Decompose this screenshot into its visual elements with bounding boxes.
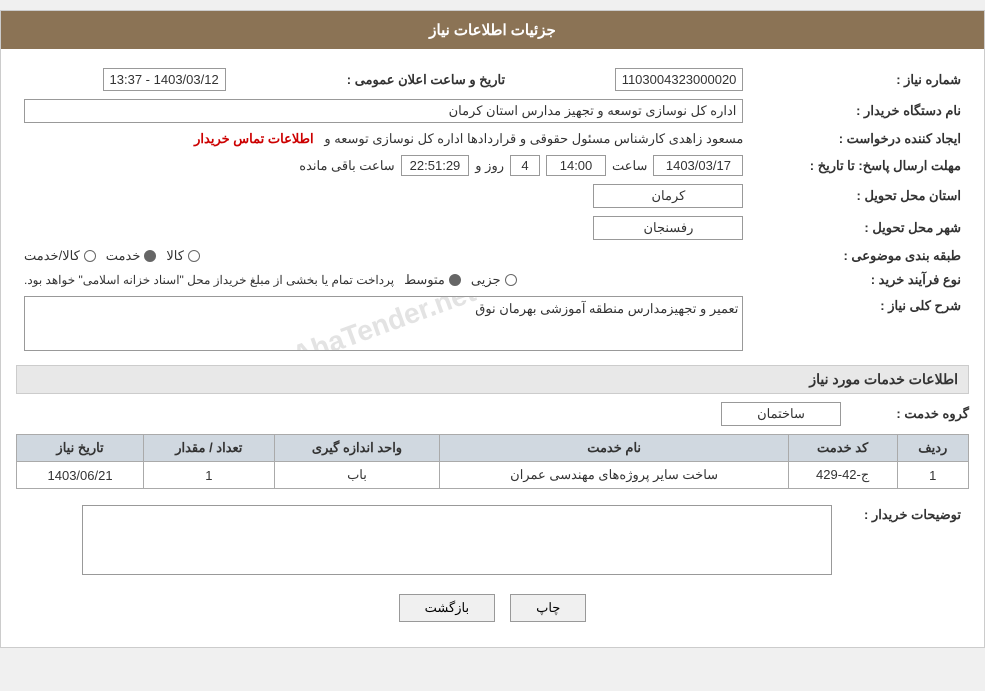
city-box: رفسنجان (593, 216, 743, 240)
col-service-code: کد خدمت (788, 435, 897, 462)
process-motavaset-radio[interactable] (449, 274, 461, 286)
page-header: جزئیات اطلاعات نیاز (1, 11, 984, 49)
category-kala-khadamat-item: کالا/خدمت (24, 248, 96, 264)
org-name-box: اداره کل نوسازی توسعه و تجهیز مدارس استا… (24, 99, 743, 123)
service-group-value: ساختمان (721, 402, 841, 426)
table-row: 1 ج-42-429 ساخت سایر پروژه‌های مهندسی عم… (17, 462, 969, 489)
deadline-days: 4 (510, 155, 540, 176)
city-value: رفسنجان (16, 212, 751, 244)
deadline-time-label: ساعت (612, 158, 647, 174)
cell-row-num: 1 (897, 462, 968, 489)
creator-value: مسعود زاهدی کارشناس مسئول حقوقی و قراردا… (16, 127, 751, 151)
announce-date-label: تاریخ و ساعت اعلان عمومی : (234, 64, 525, 95)
province-value: کرمان (16, 180, 751, 212)
announce-date-box: 1403/03/12 - 13:37 (103, 68, 226, 91)
col-row-num: ردیف (897, 435, 968, 462)
service-group-label: گروه خدمت : (849, 406, 969, 422)
cell-service-name: ساخت سایر پروژه‌های مهندسی عمران (440, 462, 788, 489)
btn-row: چاپ بازگشت (16, 594, 969, 622)
process-motavaset-label: متوسط (404, 272, 445, 288)
cell-date: 1403/06/21 (17, 462, 144, 489)
category-khadamat-label: خدمت (106, 248, 141, 264)
process-jazii-radio[interactable] (505, 274, 517, 286)
category-khadamat-radio[interactable] (144, 250, 156, 262)
cell-unit: باب (274, 462, 440, 489)
print-button[interactable]: چاپ (510, 594, 586, 622)
cell-quantity: 1 (144, 462, 274, 489)
contact-info-link[interactable]: اطلاعات تماس خریدار (194, 131, 313, 146)
services-table: ردیف کد خدمت نام خدمت واحد اندازه گیری ت… (16, 434, 969, 489)
services-section-title: اطلاعات خدمات مورد نیاز (16, 365, 969, 394)
category-kala-khadamat-label: کالا/خدمت (24, 248, 80, 264)
description-text: تعمیر و تجهیزمدارس منطقه آموزشی بهرمان ن… (475, 301, 738, 316)
org-name-value: اداره کل نوسازی توسعه و تجهیز مدارس استا… (16, 95, 751, 127)
description-label: شرح کلی نیاز : (751, 292, 969, 355)
request-number-value: 1103004323000020 (525, 64, 751, 95)
category-kala-item: کالا (166, 248, 200, 264)
buyer-desc-label: توضیحات خریدار : (840, 501, 969, 579)
deadline-label: مهلت ارسال پاسخ: تا تاریخ : (751, 151, 969, 180)
deadline-time: 14:00 (546, 155, 606, 176)
category-label: طبقه بندی موضوعی : (751, 244, 969, 268)
deadline-remaining: 22:51:29 (401, 155, 470, 176)
category-row: کالا/خدمت خدمت کالا (16, 244, 751, 268)
col-date: تاریخ نیاز (17, 435, 144, 462)
process-motavaset-item: متوسط (404, 272, 461, 288)
process-note: پرداخت تمام یا بخشی از مبلغ خریداز محل "… (24, 273, 394, 287)
col-service-name: نام خدمت (440, 435, 788, 462)
request-number-label: شماره نیاز : (751, 64, 969, 95)
province-label: استان محل تحویل : (751, 180, 969, 212)
deadline-remaining-label: ساعت باقی مانده (299, 158, 394, 174)
category-khadamat-item: خدمت (106, 248, 157, 264)
request-number-box: 1103004323000020 (615, 68, 744, 91)
col-quantity: تعداد / مقدار (144, 435, 274, 462)
province-box: کرمان (593, 184, 743, 208)
col-unit: واحد اندازه گیری (274, 435, 440, 462)
announce-date-value: 1403/03/12 - 13:37 (16, 64, 234, 95)
main-form-table: شماره نیاز : 1103004323000020 تاریخ و سا… (16, 64, 969, 355)
process-jazii-item: جزیی (471, 272, 517, 288)
org-name-label: نام دستگاه خریدار : (751, 95, 969, 127)
city-label: شهر محل تحویل : (751, 212, 969, 244)
creator-label: ایجاد کننده درخواست : (751, 127, 969, 151)
buyer-desc-table: توضیحات خریدار : (16, 501, 969, 579)
buyer-desc-value (16, 501, 840, 579)
back-button[interactable]: بازگشت (399, 594, 495, 622)
category-kala-label: کالا (166, 248, 184, 264)
page-title: جزئیات اطلاعات نیاز (429, 22, 556, 39)
watermark: AhaTender.net (288, 296, 480, 351)
description-value: تعمیر و تجهیزمدارس منطقه آموزشی بهرمان ن… (16, 292, 751, 355)
process-label: نوع فرآیند خرید : (751, 268, 969, 292)
process-jazii-label: جزیی (471, 272, 501, 288)
deadline-days-label: روز و (475, 158, 504, 174)
creator-text: مسعود زاهدی کارشناس مسئول حقوقی و قراردا… (324, 131, 743, 146)
deadline-row: 1403/03/17 ساعت 14:00 4 روز و 22:51:29 س… (16, 151, 751, 180)
deadline-date: 1403/03/17 (653, 155, 743, 176)
process-row: پرداخت تمام یا بخشی از مبلغ خریداز محل "… (16, 268, 751, 292)
category-kala-khadamat-radio[interactable] (84, 250, 96, 262)
category-kala-radio[interactable] (188, 250, 200, 262)
cell-service-code: ج-42-429 (788, 462, 897, 489)
